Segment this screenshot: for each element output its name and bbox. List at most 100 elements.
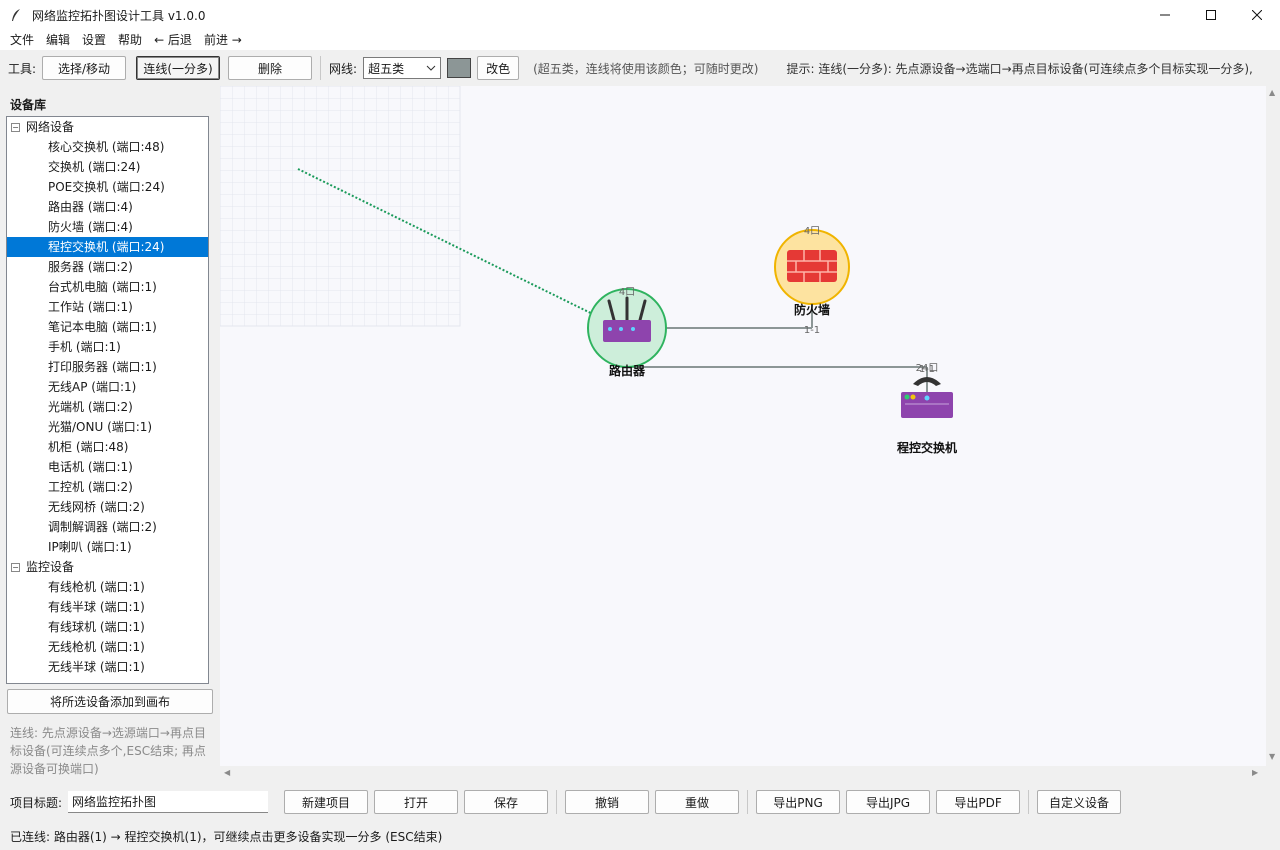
tree-group-label: 监控设备	[26, 560, 75, 574]
cable-color-swatch[interactable]	[447, 58, 472, 78]
export-pdf-button[interactable]: 导出PDF	[936, 790, 1021, 814]
horizontal-scrollbar[interactable]: ◀ ▶	[220, 766, 1266, 780]
tools-label: 工具:	[8, 61, 37, 76]
tree-item[interactable]: 有线球机 (端口:1)	[7, 617, 208, 637]
firewall-label: 防火墙	[794, 302, 830, 317]
toolbar-tip: 提示: 连线(一分多): 先点源设备→选端口→再点目标设备(可连续点多个目标实现…	[786, 61, 1253, 76]
menu-settings[interactable]: 设置	[76, 30, 112, 50]
tree-item[interactable]: 光猫/ONU (端口:1)	[7, 417, 208, 437]
tree-item[interactable]: 路由器 (端口:4)	[7, 197, 208, 217]
scroll-up-icon[interactable]: ▲	[1269, 88, 1275, 97]
tree-item[interactable]: 调制解调器 (端口:2)	[7, 517, 208, 537]
tree-item[interactable]: IP喇叭 (端口:1)	[7, 537, 208, 557]
tree-group[interactable]: − 网络设备	[11, 117, 74, 137]
collapse-icon[interactable]: −	[11, 123, 20, 132]
menu-bar: 文件 编辑 设置 帮助 ← 后退 前进 →	[0, 30, 1280, 50]
tree-group[interactable]: − 监控设备	[11, 557, 74, 577]
undo-button[interactable]: 撤销	[565, 790, 650, 814]
add-to-canvas-button[interactable]: 将所选设备添加到画布	[7, 689, 213, 714]
project-title-input[interactable]: 网络监控拓扑图	[68, 791, 269, 813]
tree-item[interactable]: 防火墙 (端口:4)	[7, 217, 208, 237]
toolbar: 工具: 选择/移动 连线(一分多) 删除 网线: 超五类 改色 (超五类，连线将…	[0, 50, 1280, 86]
open-button[interactable]: 打开	[374, 790, 459, 814]
project-title-label: 项目标题:	[10, 795, 63, 810]
status-text: 已连线: 路由器(1) → 程控交换机(1)，可继续点击更多设备实现一分多 (E…	[10, 829, 443, 844]
collapse-icon[interactable]: −	[11, 563, 20, 572]
tree-item[interactable]: 手机 (端口:1)	[7, 337, 208, 357]
cable-type-value: 超五类	[368, 61, 405, 76]
canvas-svg[interactable]: 4口 路由器 4口 防火墙 1-1 24口 程控交换机 1-1	[220, 86, 1266, 766]
connect-button[interactable]: 连线(一分多)	[136, 56, 221, 80]
window-title: 网络监控拓扑图设计工具 v1.0.0	[32, 8, 206, 23]
tree-item[interactable]: 无线AP (端口:1)	[7, 377, 208, 397]
sidebar-hint: 连线: 先点源设备→选源端口→再点目标设备(可连续点多个,ESC结束; 再点源设…	[10, 726, 206, 776]
device-tree[interactable]: − 网络设备 核心交换机 (端口:48) 交换机 (端口:24) POE交换机 (端口:…	[6, 116, 209, 684]
export-png-button[interactable]: 导出PNG	[756, 790, 841, 814]
new-project-button[interactable]: 新建项目	[284, 790, 369, 814]
export-jpg-button[interactable]: 导出JPG	[846, 790, 931, 814]
cable-label: 网线:	[329, 61, 358, 76]
pbx-label: 程控交换机	[897, 440, 957, 455]
tree-item[interactable]: 台式机电脑 (端口:1)	[7, 277, 208, 297]
toolbar-separator	[320, 56, 322, 80]
custom-device-button[interactable]: 自定义设备	[1037, 790, 1122, 814]
device-library-title: 设备库	[10, 98, 47, 112]
link-router-firewall-ports: 1-1	[804, 325, 820, 336]
scroll-down-icon[interactable]: ▼	[1269, 752, 1275, 761]
tree-item[interactable]: 笔记本电脑 (端口:1)	[7, 317, 208, 337]
tree-item[interactable]: 光端机 (端口:2)	[7, 397, 208, 417]
menu-edit[interactable]: 编辑	[40, 30, 76, 50]
menu-forward[interactable]: 前进 →	[198, 30, 248, 50]
save-button[interactable]: 保存	[464, 790, 549, 814]
bottom-separator-1	[556, 790, 558, 814]
tree-item[interactable]: 程控交换机 (端口:24)	[7, 237, 208, 257]
link-router-pbx-ports: 1-1	[919, 364, 935, 375]
close-icon[interactable]	[1234, 0, 1280, 30]
tree-item[interactable]: POE交换机 (端口:24)	[7, 177, 208, 197]
window-controls	[1142, 0, 1280, 30]
bottom-separator-2	[747, 790, 749, 814]
tree-group-label: 网络设备	[26, 120, 75, 134]
tree-item[interactable]: 交换机 (端口:24)	[7, 157, 208, 177]
tree-item[interactable]: 有线半球 (端口:1)	[7, 597, 208, 617]
tree-item[interactable]: 工控机 (端口:2)	[7, 477, 208, 497]
router-ports: 4口	[619, 287, 635, 298]
cable-hint: (超五类，连线将使用该颜色；可随时更改)	[533, 61, 759, 76]
select-move-button[interactable]: 选择/移动	[42, 56, 127, 80]
scroll-left-icon[interactable]: ◀	[224, 768, 230, 777]
redo-button[interactable]: 重做	[655, 790, 740, 814]
recolor-button[interactable]: 改色	[477, 56, 520, 80]
menu-file[interactable]: 文件	[4, 30, 40, 50]
feather-icon	[8, 7, 24, 23]
status-bar: 已连线: 路由器(1) → 程控交换机(1)，可继续点击更多设备实现一分多 (E…	[0, 824, 1280, 848]
menu-back[interactable]: ← 后退	[148, 30, 198, 50]
tree-item[interactable]: 工作站 (端口:1)	[7, 297, 208, 317]
minimize-icon[interactable]	[1142, 0, 1188, 30]
bottom-separator-3	[1028, 790, 1030, 814]
tree-item[interactable]: 服务器 (端口:2)	[7, 257, 208, 277]
device-library: 设备库 − 网络设备 核心交换机 (端口:48) 交换机 (端口:24) POE交换机 …	[0, 88, 218, 778]
scroll-right-icon[interactable]: ▶	[1252, 768, 1258, 777]
router-label: 路由器	[609, 363, 646, 378]
menu-help[interactable]: 帮助	[112, 30, 148, 50]
tree-item[interactable]: 无线枪机 (端口:1)	[7, 637, 208, 657]
tree-item[interactable]: 无线半球 (端口:1)	[7, 657, 208, 677]
cable-type-select[interactable]: 超五类	[363, 57, 442, 79]
tree-item[interactable]: 电话机 (端口:1)	[7, 457, 208, 477]
chevron-down-icon	[426, 62, 436, 77]
firewall-ports: 4口	[804, 226, 820, 237]
vertical-scrollbar[interactable]: ▲ ▼	[1266, 86, 1280, 766]
tree-item[interactable]: 核心交换机 (端口:48)	[7, 137, 208, 157]
tree-item[interactable]: 无线网桥 (端口:2)	[7, 497, 208, 517]
tree-item[interactable]: 打印服务器 (端口:1)	[7, 357, 208, 377]
grid-area	[220, 86, 460, 326]
maximize-icon[interactable]	[1188, 0, 1234, 30]
brick-wall-icon	[787, 250, 837, 282]
device-router[interactable]: 4口 路由器	[587, 287, 667, 378]
pbx-switch-icon	[901, 392, 953, 418]
topology-canvas[interactable]: 4口 路由器 4口 防火墙 1-1 24口 程控交换机 1-1	[220, 86, 1266, 766]
tree-item[interactable]: 机柜 (端口:48)	[7, 437, 208, 457]
device-firewall[interactable]: 4口 防火墙	[774, 226, 850, 317]
delete-button[interactable]: 删除	[228, 56, 313, 80]
tree-item[interactable]: 有线枪机 (端口:1)	[7, 577, 208, 597]
